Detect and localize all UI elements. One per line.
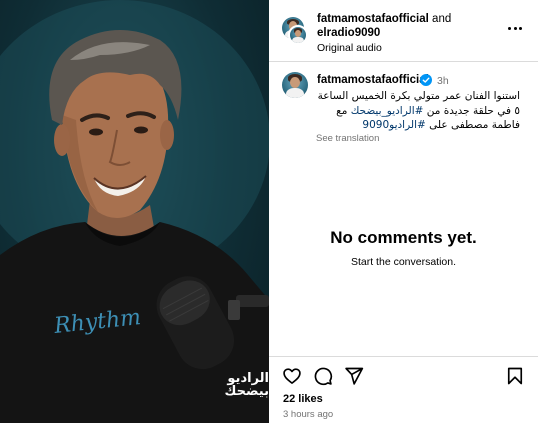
post-side-panel: fatmamostafaofficial and elradio9090 Ori… bbox=[269, 0, 538, 423]
no-comments-title: No comments yet. bbox=[330, 228, 477, 247]
caption-line: استنوا الفنان عمر متولي بكرة الخميس السا… bbox=[317, 90, 520, 102]
verified-badge-icon bbox=[420, 74, 432, 86]
caption-timestamp[interactable]: 3h bbox=[437, 75, 449, 87]
collaborator-username-link[interactable]: elradio9090 bbox=[317, 27, 380, 39]
and-text: and bbox=[432, 13, 452, 25]
heart-icon[interactable] bbox=[282, 366, 302, 386]
caption-line: ٥ في حلقة جديدة من #الراديو_بيضحك مع bbox=[336, 104, 520, 117]
original-audio-link[interactable]: Original audio bbox=[317, 42, 382, 54]
comment-icon[interactable] bbox=[313, 366, 333, 386]
post-time-ago[interactable]: 3 hours ago bbox=[283, 409, 333, 420]
post-caption: fatmamostafaofficial 3h استنوا الفنان عم… bbox=[269, 62, 538, 144]
likes-count[interactable]: 22 likes bbox=[283, 393, 323, 405]
header-username-line: fatmamostafaofficial and bbox=[317, 13, 451, 25]
post-media[interactable]: Rhythm الراديو بيضحك bbox=[0, 0, 269, 423]
hashtag-link[interactable]: #الراديو9090 bbox=[362, 119, 425, 131]
post-header: fatmamostafaofficial and elradio9090 Ori… bbox=[269, 0, 538, 62]
caption-text: استنوا الفنان عمر متولي بكرة الخميس السا… bbox=[309, 89, 520, 133]
avatar[interactable] bbox=[288, 25, 308, 45]
avatar[interactable] bbox=[282, 72, 308, 98]
caption-username-link[interactable]: fatmamostafaofficial bbox=[317, 74, 429, 86]
bookmark-icon[interactable] bbox=[505, 366, 525, 386]
post-photo: Rhythm bbox=[0, 0, 269, 423]
post-actions: 22 likes 3 hours ago bbox=[269, 356, 538, 423]
hashtag-link[interactable]: #الراديو_بيضحك bbox=[351, 105, 424, 117]
collab-avatars[interactable] bbox=[282, 17, 310, 45]
share-icon[interactable] bbox=[344, 366, 364, 386]
username-link[interactable]: fatmamostafaofficial bbox=[317, 13, 429, 25]
radio-watermark-logo: الراديو بيضحك bbox=[224, 371, 269, 399]
more-horizontal-icon bbox=[508, 26, 511, 30]
caption-line: فاطمة مصطفى على #الراديو9090 bbox=[362, 119, 520, 131]
see-translation-link[interactable]: See translation bbox=[316, 133, 379, 144]
more-options-button[interactable] bbox=[508, 25, 522, 31]
start-conversation-text: Start the conversation. bbox=[350, 256, 457, 268]
